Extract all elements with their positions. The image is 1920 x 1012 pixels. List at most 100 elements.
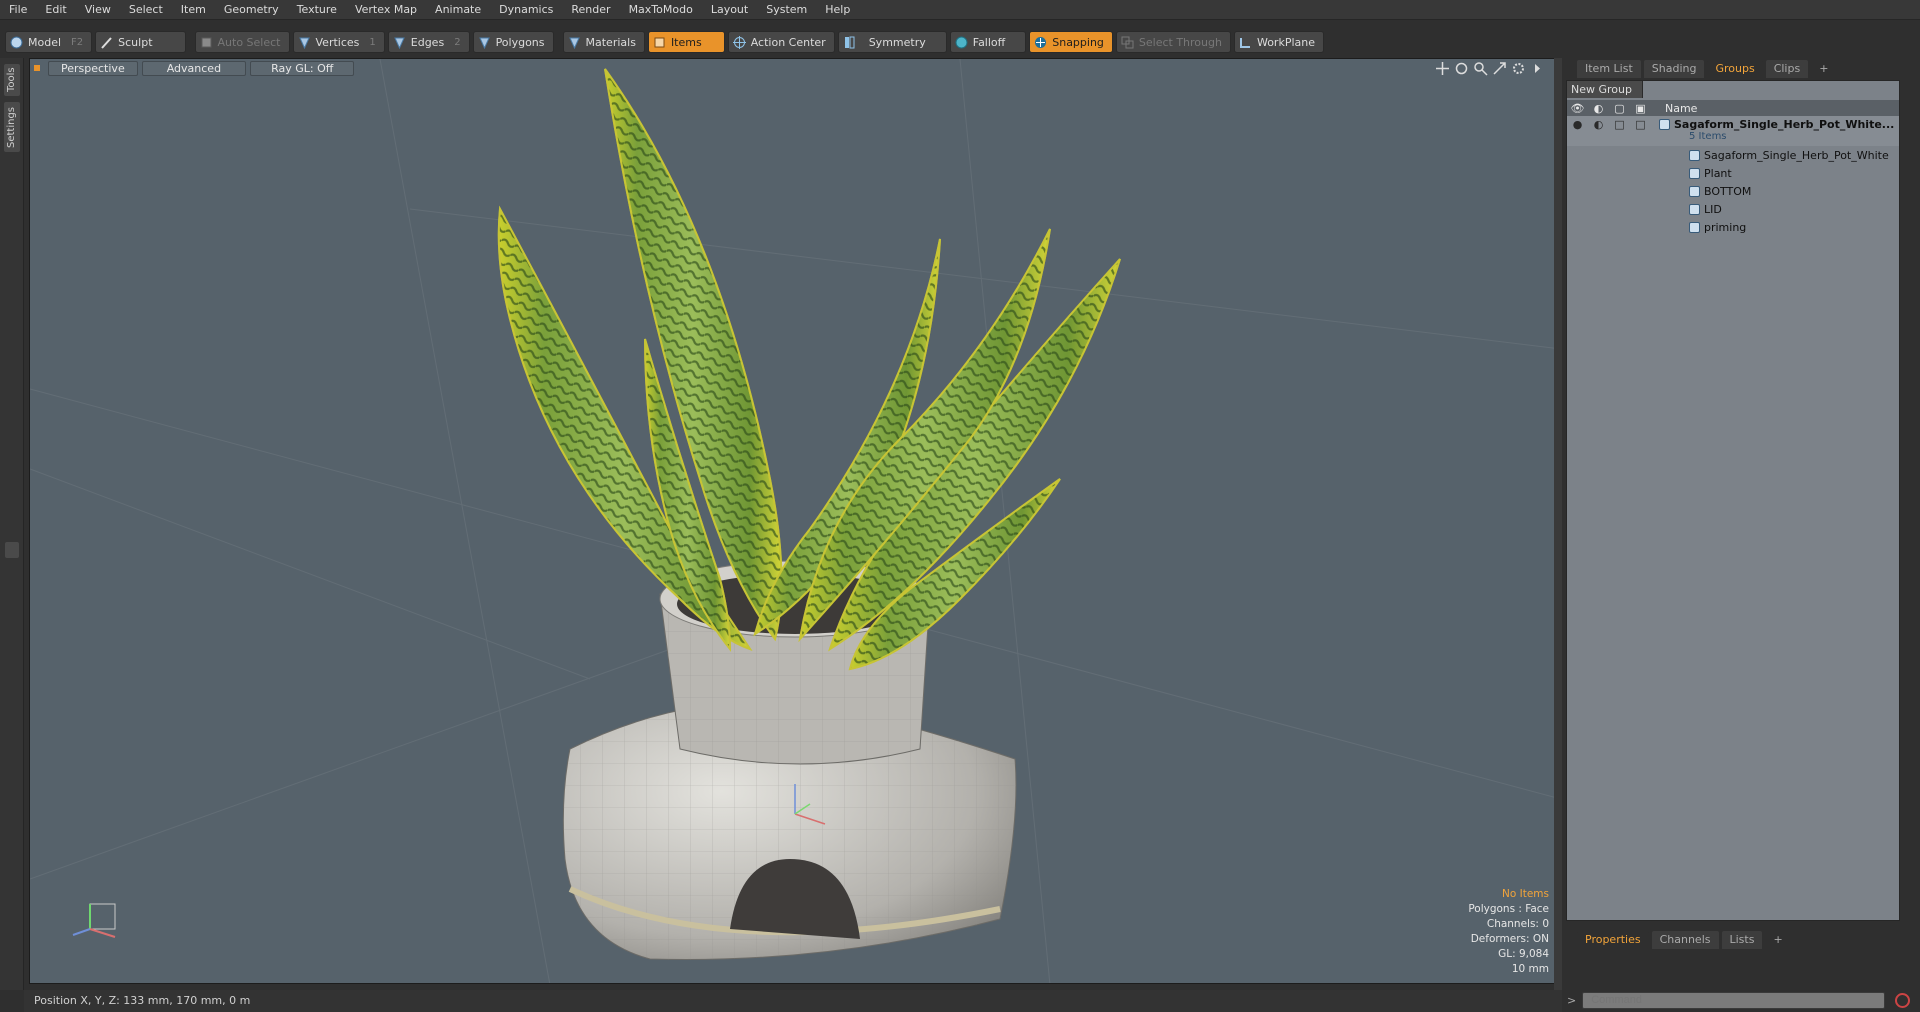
model-label: Model: [28, 35, 62, 49]
pan-icon[interactable]: [1435, 61, 1450, 76]
action-center-button[interactable]: Action Center: [727, 31, 835, 53]
select-through-button[interactable]: Select Through: [1115, 31, 1231, 53]
settings-tab[interactable]: Settings: [4, 102, 20, 152]
menu-view[interactable]: View: [76, 0, 120, 20]
vertices-button[interactable]: Vertices 1: [292, 31, 385, 53]
shading-mode-dropdown[interactable]: Advanced: [141, 60, 247, 76]
sculpt-label: Sculpt: [118, 35, 153, 49]
viewport-nav-icons: [1435, 61, 1545, 76]
info-deformers: Deformers: ON: [1470, 933, 1549, 945]
list-item-label: BOTTOM: [1704, 184, 1752, 198]
tree-column-header: 👁 ◐ ▢ ▣ Name: [1567, 100, 1899, 116]
tab-add[interactable]: +: [1765, 931, 1790, 949]
mesh-icon: [1689, 203, 1700, 215]
tab-groups[interactable]: Groups: [1707, 60, 1763, 78]
list-item[interactable]: Plant: [1567, 164, 1899, 182]
3d-viewport[interactable]: Perspective Advanced Ray GL: Off No Item…: [29, 58, 1560, 984]
tab-add[interactable]: +: [1811, 60, 1836, 78]
group-row[interactable]: ● ◐ □ □ Sagaform_Single_Herb_Pot_White... 5…: [1567, 116, 1899, 146]
menu-select[interactable]: Select: [120, 0, 172, 20]
menu-maxtomodo[interactable]: MaxToModo: [620, 0, 702, 20]
sphere-icon: [10, 36, 23, 49]
tools-tab[interactable]: Tools: [4, 64, 20, 96]
eye-icon[interactable]: ●: [1567, 118, 1588, 131]
materials-button[interactable]: Materials: [562, 31, 645, 53]
menu-vertex-map[interactable]: Vertex Map: [346, 0, 426, 20]
gear-icon[interactable]: [1511, 61, 1526, 76]
tab-lists[interactable]: Lists: [1721, 931, 1763, 949]
menu-dynamics[interactable]: Dynamics: [490, 0, 562, 20]
status-bar: Position X, Y, Z: 133 mm, 170 mm, 0 m: [24, 990, 1562, 1012]
maximize-icon[interactable]: [1492, 61, 1507, 76]
menu-render[interactable]: Render: [562, 0, 619, 20]
lock-box-icon[interactable]: □: [1609, 118, 1630, 131]
list-item[interactable]: Sagaform_Single_Herb_Pot_White: [1567, 146, 1899, 164]
model-button[interactable]: Model F2: [5, 31, 93, 53]
menu-bar: File Edit View Select Item Geometry Texture Ver…: [0, 0, 1920, 20]
render-column-icon[interactable]: ◐: [1588, 102, 1609, 115]
panel-divider[interactable]: [1554, 58, 1562, 990]
viewport-menu-icon[interactable]: [34, 65, 40, 71]
visibility-column-icon[interactable]: 👁: [1567, 102, 1588, 115]
raygl-toggle[interactable]: Ray GL: Off: [250, 60, 355, 76]
falloff-button[interactable]: Falloff: [949, 31, 1027, 53]
menu-animate[interactable]: Animate: [426, 0, 490, 20]
workplane-button[interactable]: WorkPlane: [1233, 31, 1324, 53]
symmetry-button[interactable]: Symmetry: [837, 31, 947, 53]
tab-shading[interactable]: Shading: [1643, 60, 1705, 78]
crosshair-icon: [732, 35, 746, 49]
menu-edit[interactable]: Edit: [36, 0, 75, 20]
tab-item-list[interactable]: Item List: [1577, 60, 1641, 78]
list-item[interactable]: LID: [1567, 200, 1899, 218]
snapping-button[interactable]: Snapping: [1029, 31, 1113, 53]
polygons-label: Polygons: [495, 35, 545, 49]
edges-icon: [393, 36, 406, 49]
new-group-button[interactable]: New Group: [1567, 81, 1643, 98]
menu-texture[interactable]: Texture: [288, 0, 346, 20]
command-input[interactable]: [1582, 991, 1886, 1009]
menu-geometry[interactable]: Geometry: [215, 0, 288, 20]
command-prompt-icon: >: [1567, 993, 1577, 1007]
sculpt-button[interactable]: Sculpt: [95, 31, 186, 53]
record-icon[interactable]: [1895, 992, 1911, 1008]
command-bar: >: [1563, 988, 1920, 1012]
chevron-right-icon[interactable]: [1530, 61, 1545, 76]
items-button[interactable]: Items: [647, 31, 725, 53]
materials-icon: [568, 36, 581, 49]
auto-select-button[interactable]: Auto Select: [194, 31, 290, 53]
locator-icon: [1689, 149, 1700, 161]
zoom-icon[interactable]: [1473, 61, 1488, 76]
model-shortcut: F2: [71, 36, 84, 48]
list-item[interactable]: BOTTOM: [1567, 182, 1899, 200]
tab-channels[interactable]: Channels: [1651, 931, 1719, 949]
auto-select-label: Auto Select: [217, 35, 281, 49]
vertices-label: Vertices: [315, 35, 360, 49]
select-column-icon[interactable]: ▣: [1630, 102, 1651, 115]
tab-properties[interactable]: Properties: [1577, 931, 1649, 949]
menu-help[interactable]: Help: [816, 0, 859, 20]
menu-item[interactable]: Item: [172, 0, 215, 20]
magnet-icon: [1034, 36, 1047, 49]
render-icon[interactable]: ◐: [1588, 118, 1609, 131]
select-box-icon[interactable]: □: [1630, 118, 1651, 131]
mesh-icon: [1689, 185, 1700, 197]
menu-system[interactable]: System: [757, 0, 816, 20]
symmetry-label: Symmetry: [868, 35, 926, 49]
plant-model: [497, 68, 1121, 671]
lock-column-icon[interactable]: ▢: [1609, 102, 1630, 115]
vertices-shortcut: 1: [369, 36, 376, 48]
menu-file[interactable]: File: [0, 0, 36, 20]
edges-button[interactable]: Edges 2: [387, 31, 470, 53]
workplane-icon: [1239, 36, 1252, 49]
rotate-icon[interactable]: [1454, 61, 1469, 76]
symmetry-icon: [843, 36, 856, 49]
list-item[interactable]: priming: [1567, 218, 1899, 236]
polygons-button[interactable]: Polygons: [472, 31, 554, 53]
axis-orientation-icon: [72, 903, 116, 938]
menu-layout[interactable]: Layout: [702, 0, 757, 20]
panel-toggle-icon[interactable]: [5, 542, 19, 558]
tab-clips[interactable]: Clips: [1765, 60, 1809, 78]
select-through-label: Select Through: [1138, 35, 1222, 49]
viewport-header: Perspective Advanced Ray GL: Off: [30, 59, 358, 77]
view-type-dropdown[interactable]: Perspective: [48, 60, 138, 76]
